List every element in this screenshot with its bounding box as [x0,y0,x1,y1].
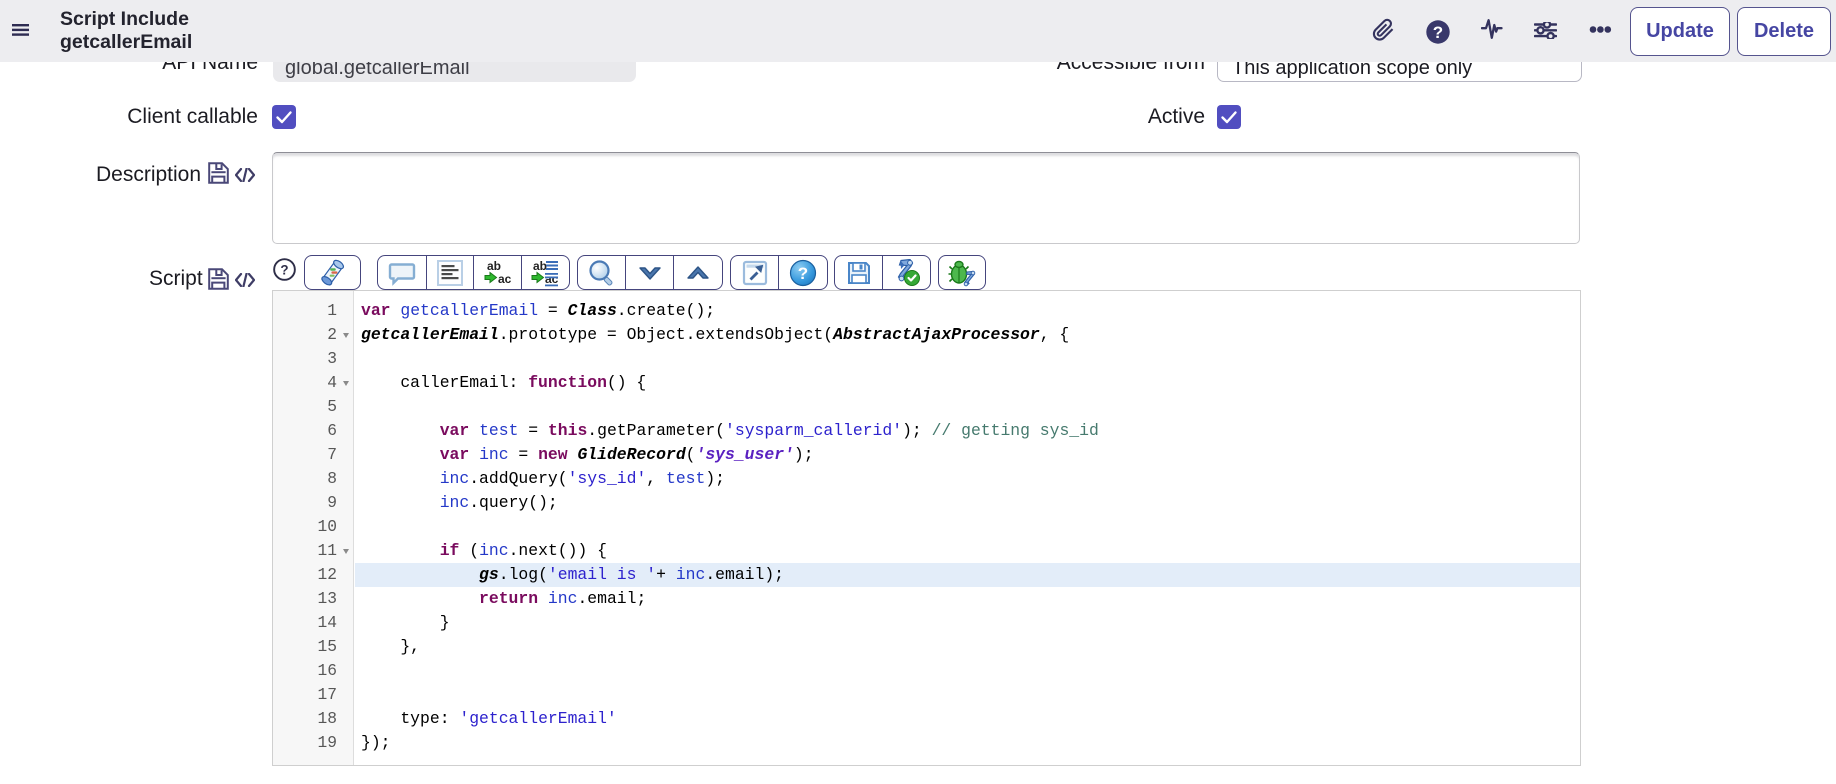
svg-text:ab: ab [487,259,501,273]
svg-text:ab: ab [533,259,547,273]
svg-text:ac: ac [498,272,511,286]
svg-text:?: ? [1432,23,1442,42]
svg-text:?: ? [280,262,288,277]
svg-text:?: ? [798,264,808,283]
